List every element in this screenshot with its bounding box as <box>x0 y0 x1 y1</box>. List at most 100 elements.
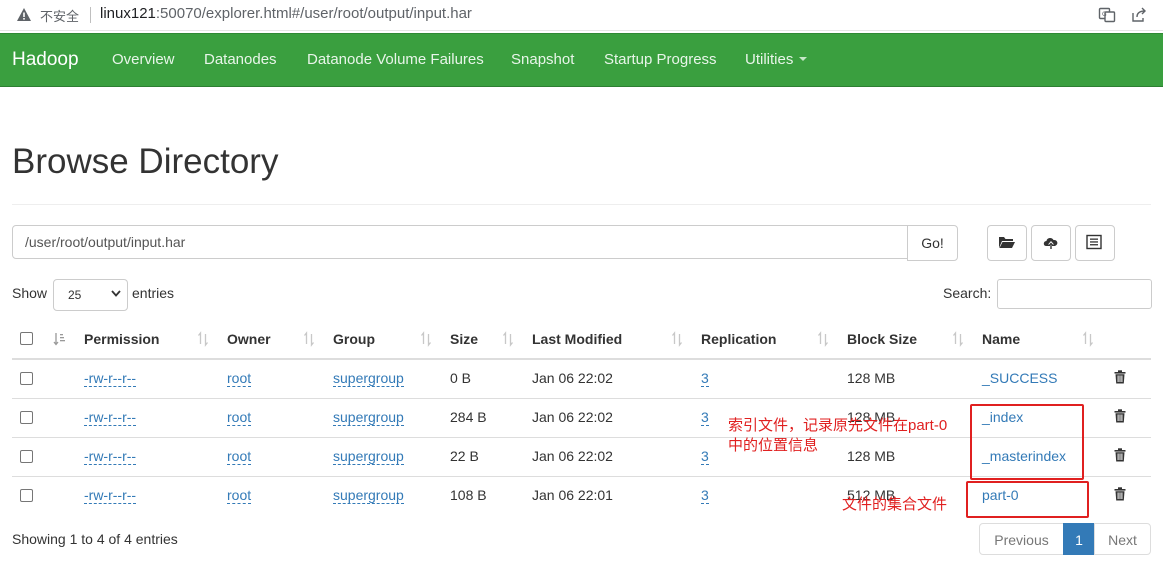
replication-cell[interactable]: 3 <box>701 487 709 504</box>
url-host: linux121 <box>100 5 156 22</box>
row-checkbox[interactable] <box>20 489 33 502</box>
address-separator <box>90 7 91 23</box>
sort-icon[interactable] <box>952 331 964 347</box>
cut-paste-button[interactable] <box>1075 225 1115 261</box>
last-modified-cell: Jan 06 22:02 <box>532 409 613 425</box>
permission-cell[interactable]: -rw-r--r-- <box>84 487 137 504</box>
row-checkbox[interactable] <box>20 450 33 463</box>
sort-icon[interactable] <box>197 331 209 347</box>
column-header-replication[interactable]: Replication <box>701 331 776 347</box>
trash-icon[interactable] <box>1114 487 1126 501</box>
brand-link[interactable]: Hadoop <box>12 49 79 71</box>
annotation-highlight-part <box>966 481 1089 518</box>
column-header-owner[interactable]: Owner <box>227 331 271 347</box>
select-all-checkbox[interactable] <box>20 332 33 345</box>
search-label: Search: <box>943 285 992 301</box>
sort-icon[interactable] <box>1082 331 1094 347</box>
trash-icon[interactable] <box>1114 370 1126 384</box>
trash-icon[interactable] <box>1114 409 1126 423</box>
permission-cell[interactable]: -rw-r--r-- <box>84 409 137 426</box>
entries-label: entries <box>132 285 175 301</box>
annotation-part-note: 文件的集合文件 <box>842 496 948 513</box>
list-alt-icon <box>1086 234 1102 250</box>
sort-icon[interactable] <box>303 331 315 347</box>
nav-startup-progress[interactable]: Startup Progress <box>604 51 717 68</box>
block-size-cell: 128 MB <box>847 370 896 386</box>
folder-open-icon <box>999 237 1015 248</box>
browser-address-bar: 不安全 linux121:50070/explorer.html#/user/r… <box>0 0 1163 31</box>
show-label: Show <box>12 285 48 301</box>
create-directory-button[interactable] <box>987 225 1027 261</box>
replication-cell[interactable]: 3 <box>701 370 709 387</box>
insecure-label: 不安全 <box>40 9 80 24</box>
entries-per-page-select[interactable]: 25 <box>53 279 128 311</box>
size-cell: 0 B <box>450 370 472 386</box>
permission-cell[interactable]: -rw-r--r-- <box>84 448 137 465</box>
block-size-cell: 128 MB <box>847 448 896 464</box>
replication-cell[interactable]: 3 <box>701 409 709 426</box>
nav-utilities[interactable]: Utilities <box>745 51 808 68</box>
last-modified-cell: Jan 06 22:01 <box>532 487 613 503</box>
sort-icon[interactable] <box>420 331 432 347</box>
search-input[interactable] <box>997 279 1152 309</box>
table-header-divider <box>12 358 1151 360</box>
replication-cell[interactable]: 3 <box>701 448 709 465</box>
owner-cell[interactable]: root <box>227 370 252 387</box>
sort-ascending-icon[interactable] <box>53 331 65 347</box>
warning-icon <box>17 8 31 21</box>
previous-page-button[interactable]: Previous <box>979 523 1064 555</box>
directory-path-input[interactable]: /user/root/output/input.har <box>12 225 920 259</box>
nav-overview[interactable]: Overview <box>112 51 175 68</box>
nav-utilities-label: Utilities <box>745 51 794 68</box>
sort-icon[interactable] <box>817 331 829 347</box>
file-name-link[interactable]: _SUCCESS <box>982 370 1057 386</box>
size-cell: 284 B <box>450 409 487 425</box>
annotation-index-line2: 中的位置信息 <box>728 437 819 454</box>
size-cell: 108 B <box>450 487 487 503</box>
sort-icon[interactable] <box>502 331 514 347</box>
translate-icon[interactable]: G <box>1098 6 1116 24</box>
row-checkbox[interactable] <box>20 411 33 424</box>
last-modified-cell: Jan 06 22:02 <box>532 370 613 386</box>
row-checkbox[interactable] <box>20 372 33 385</box>
row-divider <box>12 398 1151 399</box>
annotation-index-line1: 索引文件，记录原先文件在part-0 <box>728 417 948 434</box>
group-cell[interactable]: supergroup <box>333 487 404 504</box>
group-cell[interactable]: supergroup <box>333 409 404 426</box>
last-modified-cell: Jan 06 22:02 <box>532 448 613 464</box>
entries-select-value: 25 <box>68 288 82 302</box>
url-field[interactable]: linux121:50070/explorer.html#/user/root/… <box>100 5 472 22</box>
column-header-group[interactable]: Group <box>333 331 375 347</box>
table-info: Showing 1 to 4 of 4 entries <box>12 531 178 547</box>
divider <box>12 204 1151 205</box>
page-title: Browse Directory <box>12 142 279 181</box>
caret-down-icon <box>799 57 808 61</box>
column-header-name[interactable]: Name <box>982 331 1020 347</box>
chevron-down-icon <box>111 290 121 297</box>
navbar: Hadoop Overview Datanodes Datanode Volum… <box>0 33 1163 87</box>
nav-datanodes[interactable]: Datanodes <box>204 51 277 68</box>
go-button[interactable]: Go! <box>907 225 958 261</box>
permission-cell[interactable]: -rw-r--r-- <box>84 370 137 387</box>
annotation-highlight-index <box>970 404 1084 480</box>
trash-icon[interactable] <box>1114 448 1126 462</box>
owner-cell[interactable]: root <box>227 487 252 504</box>
column-header-last-modified[interactable]: Last Modified <box>532 331 622 347</box>
group-cell[interactable]: supergroup <box>333 448 404 465</box>
owner-cell[interactable]: root <box>227 448 252 465</box>
nav-datanode-volume-failures[interactable]: Datanode Volume Failures <box>307 51 484 68</box>
owner-cell[interactable]: root <box>227 409 252 426</box>
url-path: :50070/explorer.html#/user/root/output/i… <box>155 5 472 22</box>
group-cell[interactable]: supergroup <box>333 370 404 387</box>
column-header-permission[interactable]: Permission <box>84 331 159 347</box>
column-header-size[interactable]: Size <box>450 331 478 347</box>
sort-icon[interactable] <box>671 331 683 347</box>
nav-snapshot[interactable]: Snapshot <box>511 51 574 68</box>
next-page-button[interactable]: Next <box>1094 523 1151 555</box>
share-icon[interactable] <box>1130 6 1148 24</box>
svg-text:G: G <box>1102 11 1107 18</box>
cloud-upload-icon <box>1043 238 1058 249</box>
current-page-button[interactable]: 1 <box>1063 523 1095 555</box>
upload-button[interactable] <box>1031 225 1071 261</box>
column-header-block-size[interactable]: Block Size <box>847 331 917 347</box>
